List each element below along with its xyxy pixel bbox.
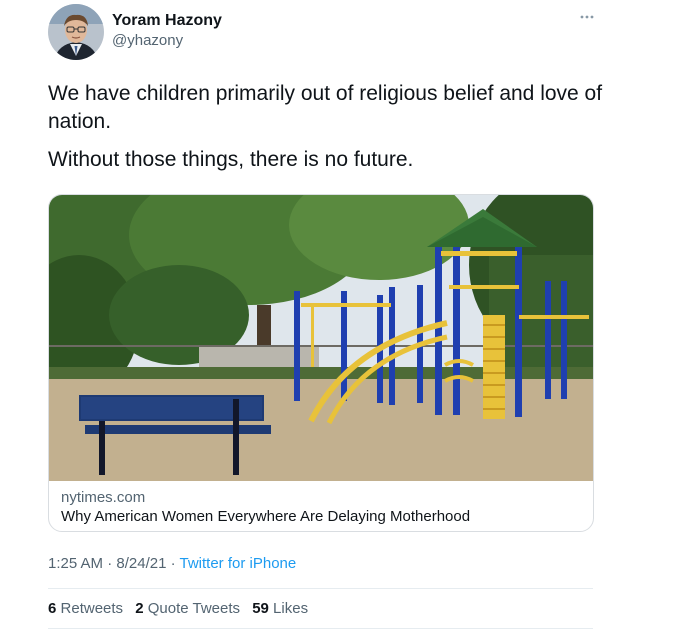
divider bbox=[48, 628, 593, 629]
author-name[interactable]: Yoram Hazony bbox=[112, 12, 222, 30]
likes-stat[interactable]: 59 Likes bbox=[252, 600, 308, 617]
tweet-paragraph: We have children primarily out of religi… bbox=[48, 82, 603, 133]
likes-count: 59 bbox=[252, 600, 269, 617]
tweet-text: We have children primarily out of religi… bbox=[48, 80, 608, 184]
avatar[interactable] bbox=[48, 4, 104, 60]
quote-tweets-count: 2 bbox=[135, 600, 144, 617]
separator-dot: · bbox=[103, 555, 117, 572]
tweet-metadata: 1:25 AM · 8/24/21 · Twitter for iPhone bbox=[48, 555, 296, 572]
tweet-source-link[interactable]: Twitter for iPhone bbox=[180, 555, 297, 572]
link-card[interactable]: nytimes.com Why American Women Everywher… bbox=[48, 194, 594, 532]
more-horizontal-icon[interactable] bbox=[576, 4, 598, 26]
separator-dot: · bbox=[166, 555, 180, 572]
quote-tweets-stat[interactable]: 2 Quote Tweets bbox=[135, 600, 240, 617]
card-image bbox=[49, 195, 593, 481]
card-domain: nytimes.com bbox=[61, 489, 146, 506]
tweet-date[interactable]: 8/24/21 bbox=[116, 555, 166, 572]
quote-tweets-label: Quote Tweets bbox=[147, 600, 241, 617]
engagement-stats: 6 Retweets 2 Quote Tweets 59 Likes bbox=[48, 600, 316, 617]
retweets-stat[interactable]: 6 Retweets bbox=[48, 600, 123, 617]
likes-label: Likes bbox=[273, 600, 309, 617]
retweets-label: Retweets bbox=[60, 600, 124, 617]
card-title: Why American Women Everywhere Are Delayi… bbox=[61, 508, 471, 525]
retweets-count: 6 bbox=[48, 600, 57, 617]
tweet-paragraph: Without those things, there is no future… bbox=[48, 148, 414, 171]
author-handle[interactable]: @yhazony bbox=[112, 32, 183, 49]
tweet-time[interactable]: 1:25 AM bbox=[48, 555, 103, 572]
divider bbox=[48, 588, 593, 589]
